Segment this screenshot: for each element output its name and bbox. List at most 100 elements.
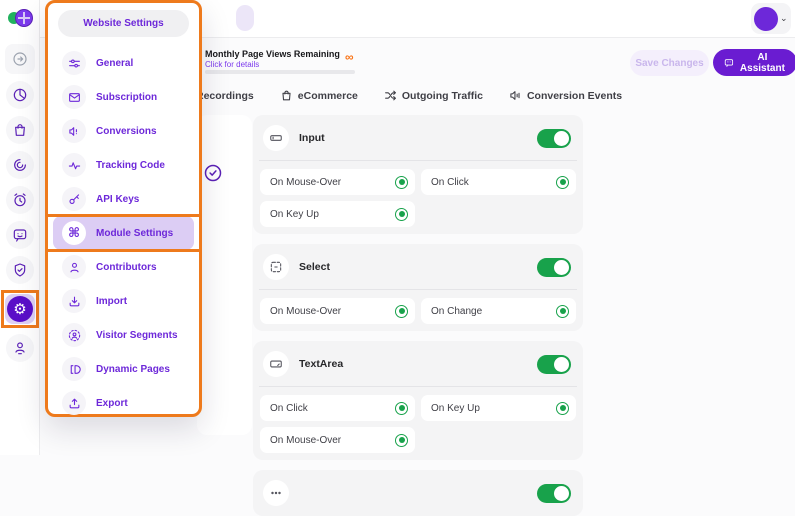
usage-meter[interactable]: Monthly Page Views Remaining Click for d… — [205, 49, 340, 69]
usage-progress-bar — [205, 70, 355, 74]
section-select: Select On Mouse-Over On Change — [253, 244, 583, 331]
partial-toggle[interactable] — [537, 484, 571, 503]
radio-selected-icon[interactable] — [556, 305, 569, 318]
tab-conversion-events[interactable]: Conversion Events — [509, 89, 622, 102]
logo-purple-dot — [15, 9, 33, 27]
tab-ecommerce[interactable]: eCommerce — [280, 89, 358, 102]
tab-label: eCommerce — [298, 90, 358, 102]
input-field-icon — [263, 125, 289, 151]
radio-selected-icon[interactable] — [395, 305, 408, 318]
option-label: On Key Up — [431, 403, 480, 414]
menu-item-export[interactable]: Export — [53, 386, 194, 420]
tab-label: Recordings — [196, 90, 254, 102]
avatar — [754, 7, 778, 31]
mail-icon — [62, 85, 86, 109]
save-changes-button[interactable]: Save Changes — [630, 50, 709, 76]
radio-selected-icon[interactable] — [556, 402, 569, 415]
settings-gear-icon[interactable]: ⚙ — [5, 294, 35, 324]
tab-outgoing-traffic[interactable]: Outgoing Traffic — [384, 89, 483, 102]
ai-assistant-button[interactable]: AI Assistant — [713, 49, 795, 76]
menu-item-conversions[interactable]: Conversions — [53, 114, 194, 148]
gear-glyph: ⚙ — [7, 296, 33, 322]
hidden-header-pill — [236, 5, 254, 31]
menu-item-visitor-segments[interactable]: Visitor Segments — [53, 318, 194, 352]
menu-item-label: Visitor Segments — [96, 330, 178, 341]
radio-selected-icon[interactable] — [556, 176, 569, 189]
menu-item-label: Export — [96, 398, 128, 409]
website-settings-menu: Website Settings General Subscription Co… — [45, 0, 202, 417]
option-label: On Mouse-Over — [270, 435, 341, 446]
option-on-mouse-over[interactable]: On Mouse-Over — [260, 427, 415, 453]
menu-item-tracking-code[interactable]: Tracking Code — [53, 148, 194, 182]
shield-check-icon[interactable] — [6, 256, 34, 284]
menu-item-label: Contributors — [96, 262, 157, 273]
infinity-quota: ∞ — [345, 50, 354, 64]
menu-item-label: API Keys — [96, 194, 139, 205]
activity-icon — [62, 153, 86, 177]
collapse-sidebar-icon[interactable] — [5, 44, 35, 74]
dots-icon — [263, 480, 289, 506]
tab-label: Outgoing Traffic — [402, 90, 483, 102]
radio-selected-icon[interactable] — [395, 434, 408, 447]
menu-item-contributors[interactable]: Contributors — [53, 250, 194, 284]
option-on-mouse-over[interactable]: On Mouse-Over — [260, 298, 415, 324]
tab-recordings[interactable]: Recordings — [196, 90, 254, 102]
select-toggle[interactable] — [537, 258, 571, 277]
alarm-icon[interactable] — [6, 186, 34, 214]
usage-details-link[interactable]: Click for details — [205, 60, 340, 69]
menu-item-label: Import — [96, 296, 127, 307]
menu-item-dynamic-pages[interactable]: Dynamic Pages — [53, 352, 194, 386]
shuffle-icon — [384, 89, 397, 102]
visitor-segments-icon — [62, 323, 86, 347]
option-on-key-up[interactable]: On Key Up — [421, 395, 576, 421]
textarea-icon — [263, 351, 289, 377]
radio-selected-icon[interactable] — [395, 402, 408, 415]
tab-label: Conversion Events — [527, 90, 622, 102]
option-label: On Change — [431, 306, 482, 317]
dynamic-pages-icon — [62, 357, 86, 381]
check-circle-icon — [203, 163, 223, 183]
option-label: On Key Up — [270, 209, 319, 220]
section-title: TextArea — [299, 358, 527, 370]
menu-item-api-keys[interactable]: API Keys — [53, 182, 194, 216]
account-menu[interactable]: ⌄ — [751, 3, 791, 34]
option-label: On Mouse-Over — [270, 306, 341, 317]
option-on-click[interactable]: On Click — [421, 169, 576, 195]
menu-item-label: Subscription — [96, 92, 157, 103]
select-box-icon — [263, 254, 289, 280]
pie-chart-icon[interactable] — [6, 81, 34, 109]
option-on-change[interactable]: On Change — [421, 298, 576, 324]
module-list-panel — [197, 115, 252, 435]
option-on-key-up[interactable]: On Key Up — [260, 201, 415, 227]
input-toggle[interactable] — [537, 129, 571, 148]
radio-selected-icon[interactable] — [395, 176, 408, 189]
textarea-toggle[interactable] — [537, 355, 571, 374]
option-label: On Mouse-Over — [270, 177, 341, 188]
chat-icon[interactable] — [6, 221, 34, 249]
command-glyph: ⌘ — [68, 225, 80, 241]
option-on-click[interactable]: On Click — [260, 395, 415, 421]
menu-title: Website Settings — [58, 10, 189, 37]
menu-item-label: General — [96, 58, 133, 69]
app-logo[interactable] — [8, 6, 34, 30]
speaker-icon — [509, 89, 522, 102]
shopping-bag-icon[interactable] — [6, 116, 34, 144]
bag-icon — [280, 89, 293, 102]
menu-item-module-settings[interactable]: ⌘ Module Settings — [53, 216, 194, 250]
menu-item-label: Dynamic Pages — [96, 364, 170, 375]
menu-item-subscription[interactable]: Subscription — [53, 80, 194, 114]
person-pin-icon[interactable] — [6, 334, 34, 362]
menu-item-label: Conversions — [96, 126, 157, 137]
chevron-down-icon: ⌄ — [780, 13, 788, 24]
key-icon — [62, 187, 86, 211]
swirl-icon[interactable] — [6, 151, 34, 179]
menu-item-label: Module Settings — [96, 228, 173, 239]
radio-selected-icon[interactable] — [395, 208, 408, 221]
option-label: On Click — [431, 177, 469, 188]
menu-item-general[interactable]: General — [53, 46, 194, 80]
option-label: On Click — [270, 403, 308, 414]
menu-item-import[interactable]: Import — [53, 284, 194, 318]
import-icon — [62, 289, 86, 313]
section-title: Select — [299, 261, 527, 273]
option-on-mouse-over[interactable]: On Mouse-Over — [260, 169, 415, 195]
